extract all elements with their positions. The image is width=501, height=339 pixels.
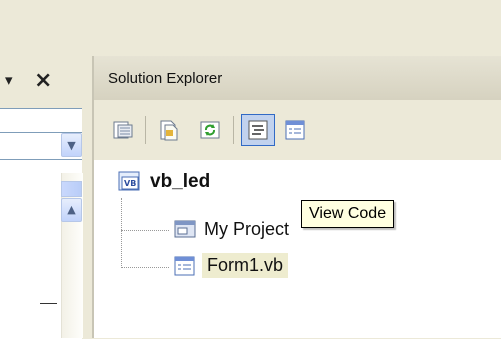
scroll-up-button[interactable]: ▲ (61, 198, 82, 222)
properties-icon (113, 121, 133, 139)
show-all-files-button[interactable] (152, 114, 186, 146)
combobox-dropdown-button[interactable]: ▼ (61, 133, 82, 157)
left-pane-close-icon[interactable]: × (34, 68, 52, 93)
view-code-tooltip: View Code (301, 200, 395, 228)
properties-button[interactable] (106, 114, 140, 146)
tree-item-label: vb_led (150, 171, 211, 192)
view-designer-button[interactable] (278, 114, 312, 146)
svg-text:VB: VB (124, 179, 136, 188)
tree-item-my-project[interactable]: My Project (174, 218, 289, 240)
code-line-fragment (40, 303, 57, 304)
toolbar-separator (145, 116, 146, 144)
form-icon (174, 256, 195, 275)
tree-connector (121, 267, 169, 268)
solution-tree: VB vb_led My Project Form1.vb (94, 160, 501, 338)
vb-project-icon: VB (118, 171, 140, 191)
tree-connector (121, 230, 169, 231)
tree-item-label: My Project (204, 218, 290, 239)
toolbar-separator (233, 116, 234, 144)
scrollbar-thumb[interactable] (61, 181, 82, 197)
refresh-icon (200, 121, 220, 139)
tree-item-label: Form1.vb (202, 253, 289, 278)
show-all-files-icon (160, 120, 178, 141)
view-code-button[interactable] (241, 114, 275, 146)
solution-explorer-toolbar (94, 100, 501, 160)
refresh-button[interactable] (193, 114, 227, 146)
left-pane-dropdown-icon[interactable]: ▾ (5, 71, 13, 89)
tree-item-project[interactable]: VB vb_led (118, 170, 210, 194)
my-project-icon (174, 220, 196, 238)
tree-connector (121, 198, 122, 268)
view-designer-icon (285, 120, 305, 140)
tree-item-form1[interactable]: Form1.vb (174, 253, 289, 278)
solution-explorer-title: Solution Explorer (108, 70, 223, 87)
view-code-icon (248, 120, 268, 140)
